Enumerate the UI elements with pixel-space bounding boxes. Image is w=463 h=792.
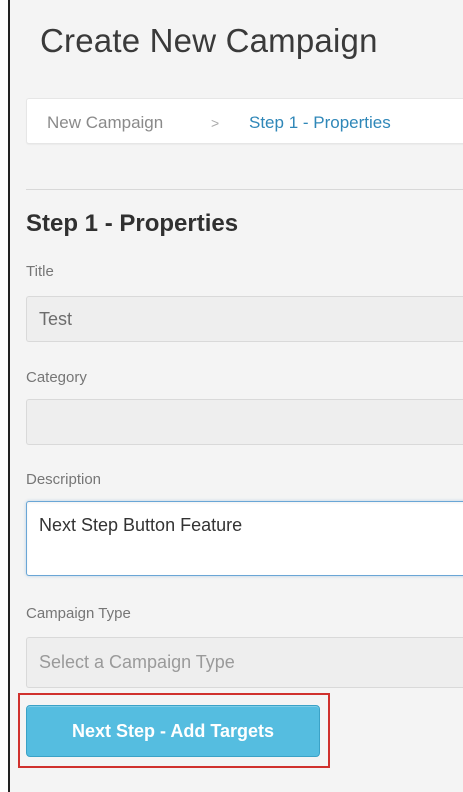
description-textarea[interactable]: Next Step Button Feature <box>26 501 463 576</box>
breadcrumb-item-new-campaign[interactable]: New Campaign <box>47 113 163 133</box>
campaign-type-label: Campaign Type <box>26 605 131 622</box>
title-label: Title <box>26 263 54 280</box>
breadcrumb: New Campaign > Step 1 - Properties <box>26 98 463 144</box>
next-step-button[interactable]: Next Step - Add Targets <box>26 705 320 757</box>
breadcrumb-separator-icon: > <box>211 115 220 131</box>
section-divider <box>26 189 463 190</box>
title-input[interactable]: Test <box>26 296 463 342</box>
description-label: Description <box>26 471 102 488</box>
category-input[interactable] <box>26 399 463 445</box>
category-label: Category <box>26 369 87 386</box>
page-title: Create New Campaign <box>40 22 378 59</box>
section-title: Step 1 - Properties <box>26 210 239 237</box>
campaign-panel: Create New Campaign New Campaign > Step … <box>8 0 463 792</box>
campaign-type-select[interactable]: Select a Campaign Type <box>26 637 463 688</box>
breadcrumb-item-step-1[interactable]: Step 1 - Properties <box>249 113 391 133</box>
